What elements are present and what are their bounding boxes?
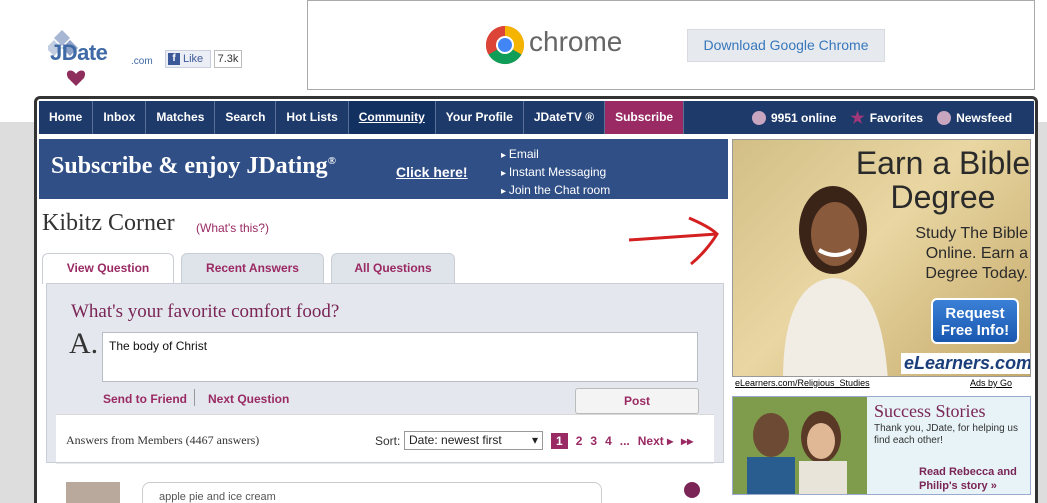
chrome-logo-icon [485, 25, 525, 65]
tab-recent-answers[interactable]: Recent Answers [181, 253, 324, 283]
subscribe-headline-text: Subscribe & enjoy JDating [51, 153, 328, 179]
request-info-button[interactable]: Request Free Info! [931, 298, 1019, 344]
answer-label: A. [69, 327, 99, 360]
ad-subtext: Study The Bible Online. Earn a Degree To… [915, 225, 1028, 282]
nav-hot-lists[interactable]: Hot Lists [276, 101, 349, 134]
answers-count: Answers from Members (4467 answers) [66, 433, 260, 447]
nav-subscribe[interactable]: Subscribe [605, 101, 685, 134]
facebook-icon: f [168, 53, 180, 65]
online-icon [752, 110, 766, 125]
answers-header: Answers from Members (4467 answers) Sort… [56, 414, 714, 462]
facebook-like-button[interactable]: f Like [165, 50, 211, 68]
nav-search[interactable]: Search [215, 101, 277, 134]
newsfeed-icon [937, 110, 952, 125]
sort-select[interactable]: Date: newest first [404, 431, 543, 450]
feature-im: Instant Messaging [501, 164, 610, 182]
next-question-link[interactable]: Next Question [208, 392, 289, 406]
tab-view-question[interactable]: View Question [42, 253, 174, 284]
star-icon: ★ [850, 109, 865, 127]
answer-item: apple pie and ice cream [56, 463, 714, 503]
newsfeed-link[interactable]: Newsfeed [937, 110, 1013, 125]
whats-this-link[interactable]: (What's this?) [196, 221, 269, 235]
subscribe-feature-list: Email Instant Messaging Join the Chat ro… [501, 146, 610, 200]
logo-wordmark[interactable]: JDate [50, 40, 108, 66]
like-count: 7.3k [214, 50, 242, 68]
couple-photo-icon [733, 397, 867, 494]
page-title: Kibitz Corner [42, 210, 175, 236]
feature-email: Email [501, 146, 610, 164]
post-button[interactable]: Post [575, 388, 699, 414]
online-count[interactable]: 9951 online [752, 110, 837, 125]
member-photo[interactable] [66, 482, 120, 503]
logo-suffix: .com [131, 56, 153, 67]
like-label: Like [183, 53, 204, 65]
send-to-friend-link[interactable]: Send to Friend [103, 392, 187, 406]
pagination: 1 2 3 4 ... Next ▸ ▸▸ [551, 433, 693, 449]
favorites-link[interactable]: ★ Favorites [850, 108, 923, 128]
answer-textarea[interactable]: The body of Christ [102, 332, 698, 382]
download-chrome-button[interactable]: Download Google Chrome [687, 29, 885, 62]
bible-degree-ad[interactable]: Earn a Bible Degree Study The Bible Onli… [732, 139, 1031, 377]
nav-your-profile[interactable]: Your Profile [436, 101, 524, 134]
tab-all-questions[interactable]: All Questions [331, 253, 455, 283]
chrome-wordmark: chrome [529, 26, 623, 57]
click-here-link[interactable]: Click here! [396, 164, 468, 180]
success-stories-text: Thank you, JDate, for helping us find ea… [874, 423, 1018, 446]
newsfeed-label: Newsfeed [956, 110, 1013, 125]
feature-chat: Join the Chat room [501, 182, 610, 200]
nav-jdatetv[interactable]: JDateTV ® [524, 101, 606, 134]
nav-status-bar: 9951 online ★ Favorites Newsfeed [752, 101, 1020, 134]
subscribe-headline: Subscribe & enjoy JDating® [51, 153, 336, 180]
member-status-icon[interactable] [684, 482, 700, 498]
ad-headline: Earn a Bible Degree [855, 145, 1031, 215]
answer-bubble: apple pie and ice cream [142, 482, 602, 503]
page-3[interactable]: 3 [590, 434, 597, 448]
online-label: 9951 online [771, 110, 837, 125]
last-page-link[interactable]: ▸▸ [681, 434, 693, 448]
red-arrow-annotation-icon [628, 216, 719, 266]
nav-inbox[interactable]: Inbox [93, 101, 147, 134]
nav-community[interactable]: Community [348, 101, 436, 134]
ads-by-link[interactable]: Ads by Go [970, 378, 1012, 388]
ad-url-link[interactable]: eLearners.com/Religious_Studies [735, 378, 870, 388]
favorites-label: Favorites [869, 110, 924, 125]
page-4[interactable]: 4 [605, 434, 612, 448]
elearners-logo: eLearners.com [901, 353, 1030, 374]
page-ellipsis: ... [619, 434, 630, 448]
success-stories-ad[interactable]: Success Stories Thank you, JDate, for he… [732, 396, 1031, 495]
chrome-ad-banner[interactable]: chrome Download Google Chrome [307, 0, 1035, 90]
nav-matches[interactable]: Matches [146, 101, 216, 134]
question-text: What's your favorite comfort food? [71, 301, 340, 322]
read-story-link[interactable]: Read Rebecca and Philip's story » [919, 465, 1029, 493]
nav-home[interactable]: Home [39, 101, 94, 134]
sort-label: Sort: [375, 434, 401, 448]
subscribe-banner[interactable]: Subscribe & enjoy JDating® Click here! E… [39, 139, 728, 199]
page-2[interactable]: 2 [576, 434, 583, 448]
next-page-link[interactable]: Next ▸ [638, 434, 673, 448]
page-1[interactable]: 1 [551, 433, 568, 449]
registered-mark: ® [327, 155, 336, 167]
success-stories-title: Success Stories [874, 401, 986, 421]
link-separator [194, 389, 195, 406]
